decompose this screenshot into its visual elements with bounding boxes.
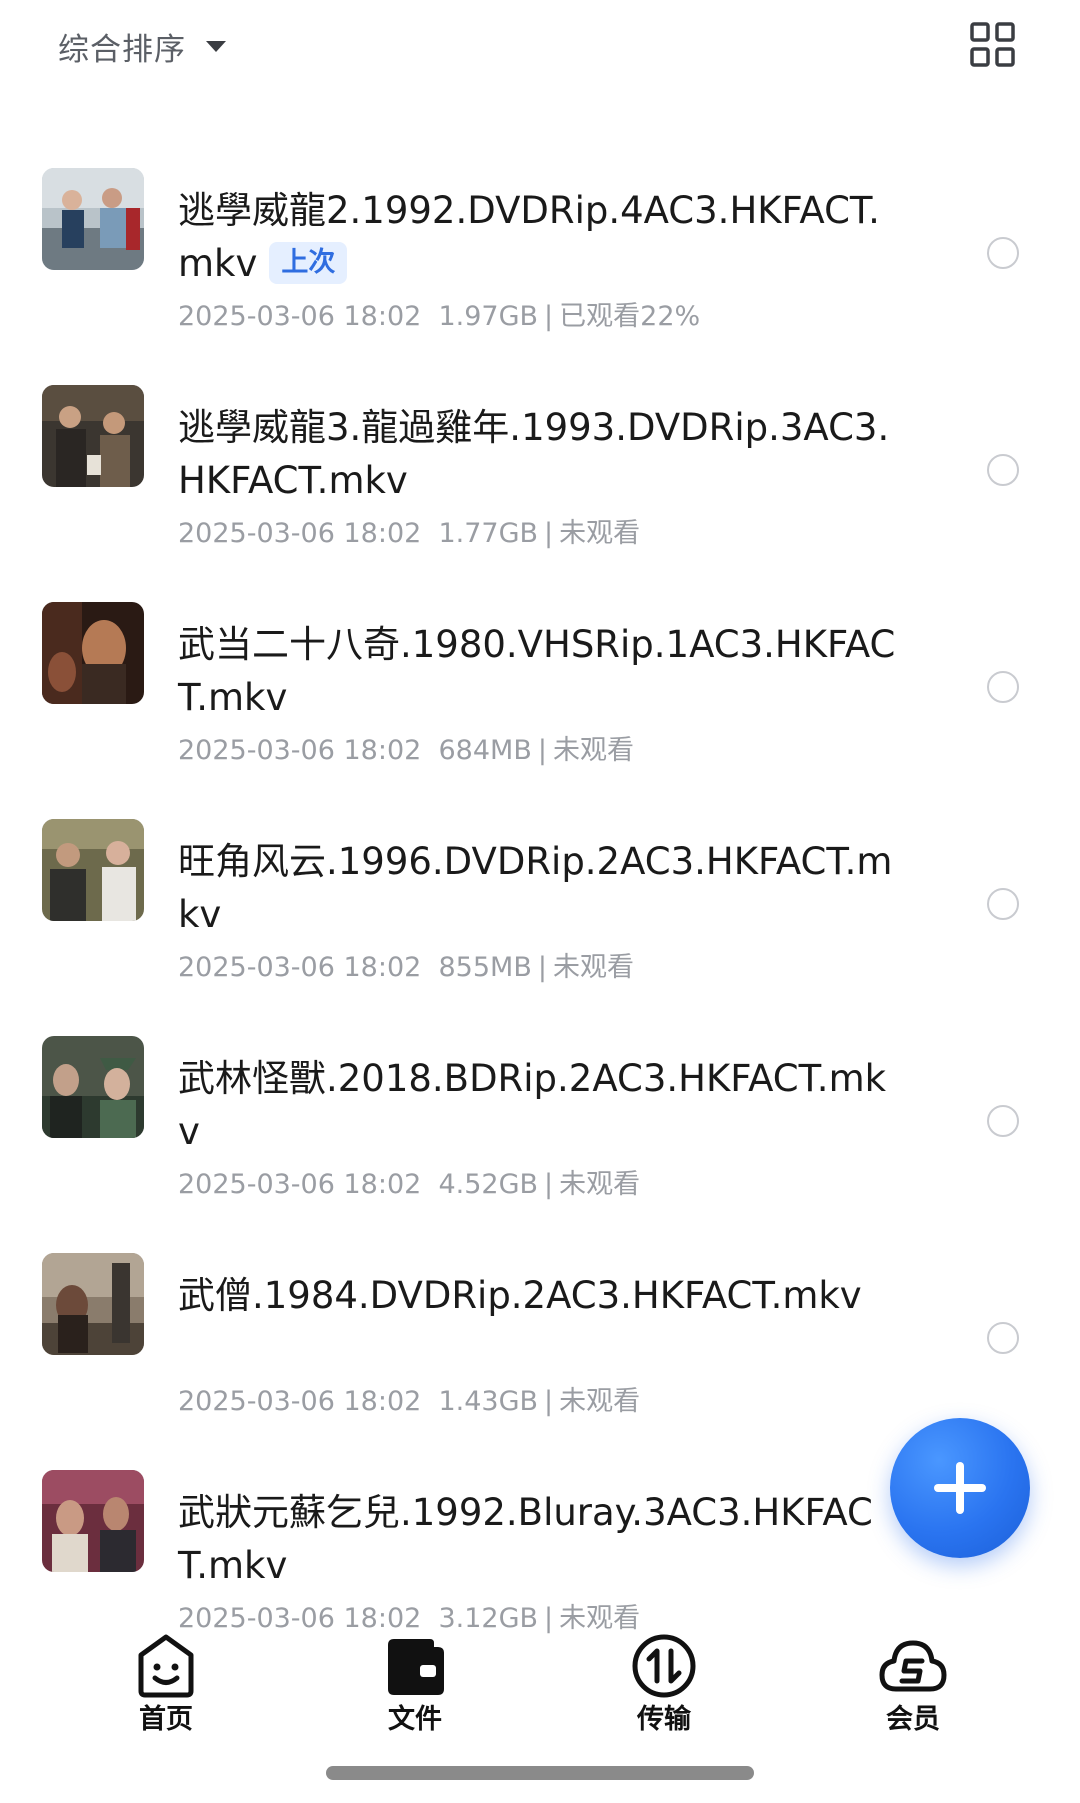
select-radio[interactable] <box>987 888 1019 920</box>
meta-separator: | <box>537 735 547 766</box>
nav-label-home: 首页 <box>139 1704 193 1735</box>
watch-status: 未观看 <box>559 1386 641 1417</box>
file-date: 2025-03-06 18:02 <box>178 952 422 983</box>
grid-view-icon[interactable] <box>970 22 1016 68</box>
file-row[interactable]: 武当二十八奇.1980.VHSRip.1AC3.HKFACT.mkv 2025-… <box>0 578 1080 778</box>
file-size: 4.52GB <box>438 1169 539 1200</box>
home-indicator[interactable] <box>326 1766 754 1780</box>
last-played-badge: 上次 <box>269 241 348 284</box>
select-radio[interactable] <box>987 1105 1019 1137</box>
file-date: 2025-03-06 18:02 <box>178 518 422 549</box>
top-bar: 综合排序 <box>0 0 1080 92</box>
nav-item-home[interactable]: 首页 <box>96 1605 236 1735</box>
file-size: 855MB <box>438 952 532 983</box>
wallet-folder-icon <box>388 1639 444 1695</box>
file-size: 1.97GB <box>438 301 539 332</box>
caret-down-icon <box>206 40 226 52</box>
watch-status: 已观看22% <box>559 301 701 332</box>
file-row[interactable]: 武僧.1984.DVDRip.2AC3.HKFACT.mkv 2025-03-0… <box>0 1229 1080 1429</box>
file-name: 旺角风云.1996.DVDRip.2AC3.HKFACT.mkv <box>178 840 893 936</box>
video-thumbnail <box>42 1253 144 1355</box>
smiley-home-icon <box>138 1634 194 1698</box>
bottom-nav: 首页 文件 传输 会员 <box>0 1605 1080 1755</box>
nav-label-transfer: 传输 <box>637 1704 691 1735</box>
file-name: 武当二十八奇.1980.VHSRip.1AC3.HKFACT.mkv <box>178 623 896 719</box>
file-size: 684MB <box>438 735 532 766</box>
video-thumbnail <box>42 1470 144 1572</box>
meta-separator: | <box>544 1169 554 1200</box>
select-radio[interactable] <box>987 1322 1019 1354</box>
file-name: 逃學威龍2.1992.DVDRip.4AC3.HKFACT.mkv 上次 <box>178 189 880 285</box>
file-date: 2025-03-06 18:02 <box>178 1386 422 1417</box>
video-thumbnail <box>42 602 144 704</box>
sort-label: 综合排序 <box>58 31 186 68</box>
file-row[interactable]: 逃學威龍3.龍過雞年.1993.DVDRip.3AC3.HKFACT.mkv 2… <box>0 361 1080 561</box>
video-thumbnail <box>42 168 144 270</box>
file-meta: 2025-03-06 18:02 855MB | 未观看 <box>178 945 634 984</box>
file-row[interactable]: 武林怪獸.2018.BDRip.2AC3.HKFACT.mkv 2025-03-… <box>0 1012 1080 1212</box>
nav-item-transfer[interactable]: 传输 <box>594 1605 734 1735</box>
nav-item-files[interactable]: 文件 <box>345 1605 485 1735</box>
plus-icon <box>934 1462 986 1514</box>
cloud-s-icon <box>879 1640 947 1692</box>
meta-separator: | <box>537 952 547 983</box>
file-row[interactable]: 逃學威龍2.1992.DVDRip.4AC3.HKFACT.mkv 上次 2025… <box>0 144 1080 344</box>
video-thumbnail <box>42 385 144 487</box>
meta-separator: | <box>544 301 554 332</box>
nav-label-vip: 会员 <box>886 1704 940 1735</box>
watch-status: 未观看 <box>559 518 641 549</box>
video-thumbnail <box>42 1036 144 1138</box>
watch-status: 未观看 <box>552 952 634 983</box>
file-meta: 2025-03-06 18:02 684MB | 未观看 <box>178 728 634 767</box>
nav-label-files: 文件 <box>388 1704 442 1735</box>
file-meta: 2025-03-06 18:02 4.52GB | 未观看 <box>178 1162 640 1201</box>
video-thumbnail <box>42 819 144 921</box>
watch-status: 未观看 <box>552 735 634 766</box>
file-size: 1.43GB <box>438 1386 539 1417</box>
select-radio[interactable] <box>987 671 1019 703</box>
file-name: 逃學威龍3.龍過雞年.1993.DVDRip.3AC3.HKFACT.mkv <box>178 406 890 502</box>
add-button[interactable] <box>890 1418 1030 1558</box>
file-date: 2025-03-06 18:02 <box>178 1169 422 1200</box>
transfer-icon <box>632 1634 696 1698</box>
select-radio[interactable] <box>987 454 1019 486</box>
meta-separator: | <box>544 1386 554 1417</box>
meta-separator: | <box>544 518 554 549</box>
file-date: 2025-03-06 18:02 <box>178 301 422 332</box>
file-meta: 2025-03-06 18:02 1.43GB | 未观看 <box>178 1379 640 1418</box>
file-meta: 2025-03-06 18:02 1.97GB | 已观看22% <box>178 294 700 333</box>
nav-item-vip[interactable]: 会员 <box>843 1605 983 1735</box>
file-name: 武僧.1984.DVDRip.2AC3.HKFACT.mkv <box>178 1274 862 1317</box>
sort-dropdown[interactable]: 综合排序 <box>58 24 226 68</box>
file-name: 武林怪獸.2018.BDRip.2AC3.HKFACT.mkv <box>178 1057 887 1153</box>
file-date: 2025-03-06 18:02 <box>178 735 422 766</box>
file-size: 1.77GB <box>438 518 539 549</box>
file-meta: 2025-03-06 18:02 1.77GB | 未观看 <box>178 511 640 550</box>
file-row[interactable]: 旺角风云.1996.DVDRip.2AC3.HKFACT.mkv 2025-03… <box>0 795 1080 995</box>
file-name: 武狀元蘇乞兒.1992.Bluray.3AC3.HKFACT.mkv <box>178 1491 873 1587</box>
watch-status: 未观看 <box>559 1169 641 1200</box>
select-radio[interactable] <box>987 237 1019 269</box>
